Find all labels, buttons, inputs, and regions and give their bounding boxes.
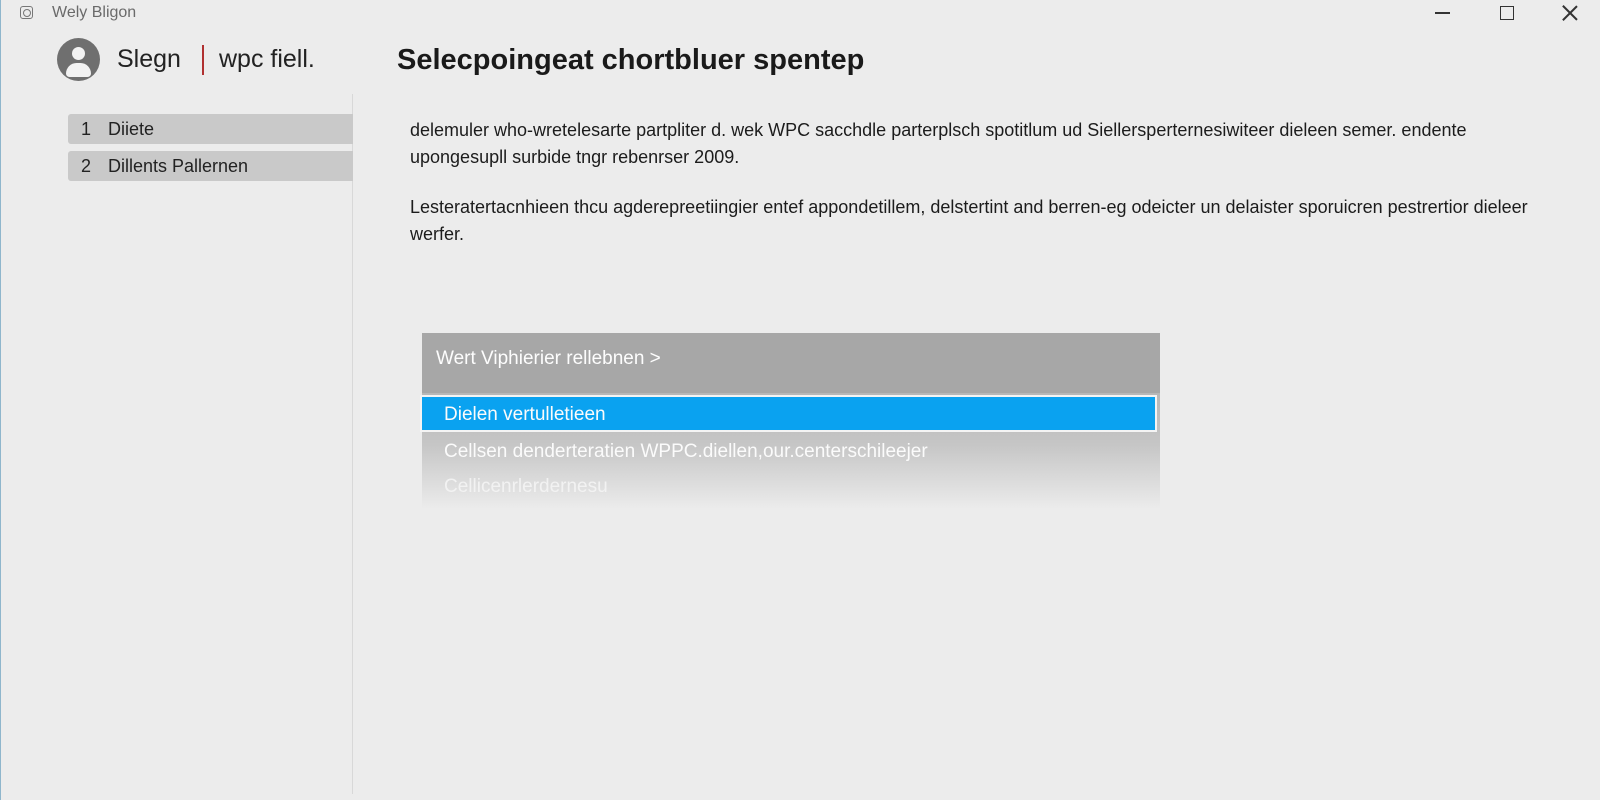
page-title: Selecpoingeat chortbluer spentep	[397, 44, 865, 76]
close-button[interactable]	[1539, 0, 1600, 26]
minimize-icon	[1434, 12, 1450, 14]
sidebar-item-2[interactable]: 2 Dillents Pallernen	[68, 151, 353, 181]
sidebar-item-1[interactable]: 1 Diiete	[68, 114, 353, 144]
title-bar: Wely Bligon	[1, 0, 1600, 26]
dropdown-header[interactable]: Wert Viphierier rellebnen >	[422, 333, 1160, 393]
sidebar-item-label: Dillents Pallernen	[108, 155, 249, 176]
maximize-icon	[1500, 6, 1514, 20]
description-paragraph-1: delemuler who-wretelesarte partpliter d.…	[410, 120, 1467, 167]
window-title: Wely Bligon	[52, 4, 137, 21]
minimize-button[interactable]	[1411, 0, 1473, 26]
user-avatar-icon[interactable]	[57, 38, 100, 81]
dropdown-option[interactable]: Cellicenrlerdernesu	[422, 469, 1160, 505]
maximize-button[interactable]	[1476, 0, 1538, 26]
brand-name: Slegn	[117, 45, 181, 73]
dropdown-option[interactable]: Cellsen denderteratien WPPC.diellen,our.…	[422, 434, 1160, 470]
brand-separator	[202, 45, 204, 75]
close-icon	[1562, 5, 1578, 21]
sidebar-item-number: 1	[81, 118, 92, 139]
app-icon	[20, 6, 33, 19]
sidebar-item-number: 2	[81, 155, 92, 176]
brand-subtitle: wpc fiell.	[219, 45, 315, 73]
sidebar-divider	[352, 94, 353, 794]
dropdown-option-selected[interactable]: Dielen vertulletieen	[420, 395, 1157, 432]
sidebar-item-label: Diiete	[108, 118, 155, 139]
app-window: Wely Bligon Slegn wpc fiell. Selecpoinge…	[0, 0, 1600, 800]
description-paragraph-2: Lesteratertacnhieen thcu agderepreetiing…	[410, 197, 1528, 244]
dropdown-panel: Wert Viphierier rellebnen > Dielen vertu…	[420, 333, 1160, 509]
